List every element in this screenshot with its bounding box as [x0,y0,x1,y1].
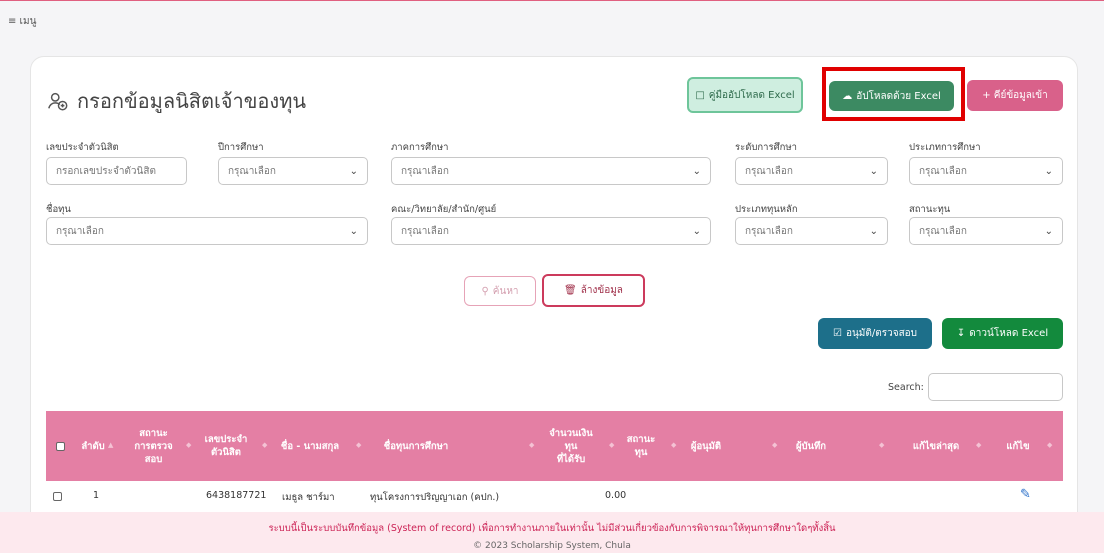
search-button-label: ค้นหา [492,285,519,297]
clear-button[interactable]: 🗑 ล้างข้อมูล [542,274,645,307]
sort-icon: ◆ [671,441,677,449]
fund-name-value: กรุณาเลือก [56,225,104,237]
sort-icon: ◆ [186,441,192,449]
col-order[interactable]: ลำดับ [73,411,113,481]
fund-type-value: กรุณาเลือก [745,225,793,237]
col-approver[interactable]: ผู้อนุมัติ [676,411,736,481]
study-type-label: ประเภทการศึกษา [909,142,981,153]
download-file-icon: ↧ [956,328,966,339]
row-name: เมธูล ชาร์มา [282,492,335,503]
row-checkbox[interactable] [53,492,62,501]
menu-toggle[interactable]: ≡ เมนู [8,14,36,29]
sort-icon: ◆ [1047,441,1053,449]
fund-name-label: ชื่อทุน [46,204,71,215]
faculty-select[interactable]: กรุณาเลือก ⌄ [391,217,711,245]
sort-icon: ◆ [529,441,535,449]
study-type-value: กรุณาเลือก [919,165,967,177]
sort-icon: ▲ [108,441,114,449]
document-icon: □ [695,89,705,101]
footer: ระบบนี้เป็นระบบบันทึกข้อมูล (System of r… [0,512,1104,553]
col-last-edit[interactable]: แก้ไขล่าสุด [906,411,966,481]
chevron-down-icon: ⌄ [692,165,701,177]
sort-icon: ◆ [356,441,362,449]
chevron-down-icon: ⌄ [869,165,878,177]
approve-button[interactable]: ☑ อนุมัติ/ตรวจสอบ [818,318,932,349]
fund-type-label: ประเภททุนหลัก [735,204,798,215]
footer-copyright: © 2023 Scholarship System, Chula [473,541,631,551]
search-icon: ⚲ [481,285,489,297]
fund-status-select[interactable]: กรุณาเลือก ⌄ [909,217,1063,245]
fund-status-label: สถานะทุน [909,204,951,215]
col-student-id[interactable]: เลขประจำ ตัวนิสิต [196,411,256,481]
chevron-down-icon: ⌄ [1044,225,1053,237]
row-fund-name: ทุนโครงการปริญญาเอก (คปก.) [370,492,500,503]
year-label: ปีการศึกษา [218,142,264,153]
col-fund-status[interactable]: สถานะ ทุน [616,411,666,481]
page-title-text: กรอกข้อมูลนิสิตเจ้าของทุน [77,89,307,113]
col-amount[interactable]: จำนวนเงิน ทุน ที่ได้รับ [536,411,606,481]
user-add-icon [48,92,68,111]
semester-label: ภาคการศึกษา [391,142,449,153]
row-order: 1 [93,490,100,501]
chevron-down-icon: ⌄ [349,165,358,177]
sort-icon: ◆ [772,441,778,449]
year-select[interactable]: กรุณาเลือก ⌄ [218,157,368,185]
faculty-value: กรุณาเลือก [401,225,449,237]
row-student-id: 6438187721 [206,490,267,501]
add-data-button[interactable]: + คีย์ข้อมูลเข้า [967,80,1063,111]
trash-icon: 🗑 [564,285,577,296]
col-recorder[interactable]: ผู้บันทึก [781,411,841,481]
table-search-label: Search: [888,382,924,393]
search-button[interactable]: ⚲ ค้นหา [464,276,536,306]
chevron-down-icon: ⌄ [692,225,701,237]
sort-icon: ◆ [976,441,982,449]
download-excel-label: ดาวน์โหลด Excel [969,328,1049,339]
download-excel-button[interactable]: ↧ ดาวน์โหลด Excel [942,318,1063,349]
semester-value: กรุณาเลือก [401,165,449,177]
select-all-checkbox[interactable] [53,411,67,481]
sort-icon: ◆ [879,441,885,449]
upload-guide-button[interactable]: □ คู่มืออัปโหลด Excel [687,77,803,113]
sort-icon: ◆ [609,441,615,449]
col-edit[interactable]: แก้ไข [998,411,1038,481]
student-id-input[interactable] [46,157,187,185]
col-fund-name[interactable]: ชื่อทุนการศึกษา [366,411,466,481]
footer-notice: ระบบนี้เป็นระบบบันทึกข้อมูล (System of r… [268,523,836,534]
table-search-input[interactable] [928,373,1063,401]
col-name[interactable]: ชื่อ - นามสกุล [274,411,346,481]
table-header: ลำดับ สถานะ การตรวจ สอบ เลขประจำ ตัวนิสิ… [46,411,1063,481]
chevron-down-icon: ⌄ [349,225,358,237]
col-check-status[interactable]: สถานะ การตรวจ สอบ [126,411,181,481]
top-bar: ≡ เมนู [0,0,1104,36]
year-value: กรุณาเลือก [228,165,276,177]
chevron-down-icon: ⌄ [1044,165,1053,177]
table-row: 1 6438187721 เมธูล ชาร์มา ทุนโครงการปริญ… [46,482,1063,512]
fund-type-select[interactable]: กรุณาเลือก ⌄ [735,217,888,245]
upload-guide-label: คู่มืออัปโหลด Excel [708,89,795,101]
chevron-down-icon: ⌄ [869,225,878,237]
edit-icon[interactable]: ✎ [1020,487,1031,502]
sort-icon: ◆ [262,441,268,449]
faculty-label: คณะ/วิทยาลัย/สำนัก/ศูนย์ [391,204,497,215]
clear-button-label: ล้างข้อมูล [580,285,623,296]
semester-select[interactable]: กรุณาเลือก ⌄ [391,157,711,185]
level-label: ระดับการศึกษา [735,142,797,153]
level-select[interactable]: กรุณาเลือก ⌄ [735,157,888,185]
fund-status-value: กรุณาเลือก [919,225,967,237]
level-value: กรุณาเลือก [745,165,793,177]
fund-name-select[interactable]: กรุณาเลือก ⌄ [46,217,368,245]
highlight-box [822,67,965,121]
checklist-icon: ☑ [832,328,842,339]
approve-button-label: อนุมัติ/ตรวจสอบ [845,328,918,339]
main-card: กรอกข้อมูลนิสิตเจ้าของทุน □ คู่มืออัปโหล… [30,56,1078,526]
student-id-label: เลขประจำตัวนิสิต [46,142,119,153]
row-amount: 0.00 [605,490,627,501]
page-title: กรอกข้อมูลนิสิตเจ้าของทุน [47,85,306,117]
study-type-select[interactable]: กรุณาเลือก ⌄ [909,157,1063,185]
